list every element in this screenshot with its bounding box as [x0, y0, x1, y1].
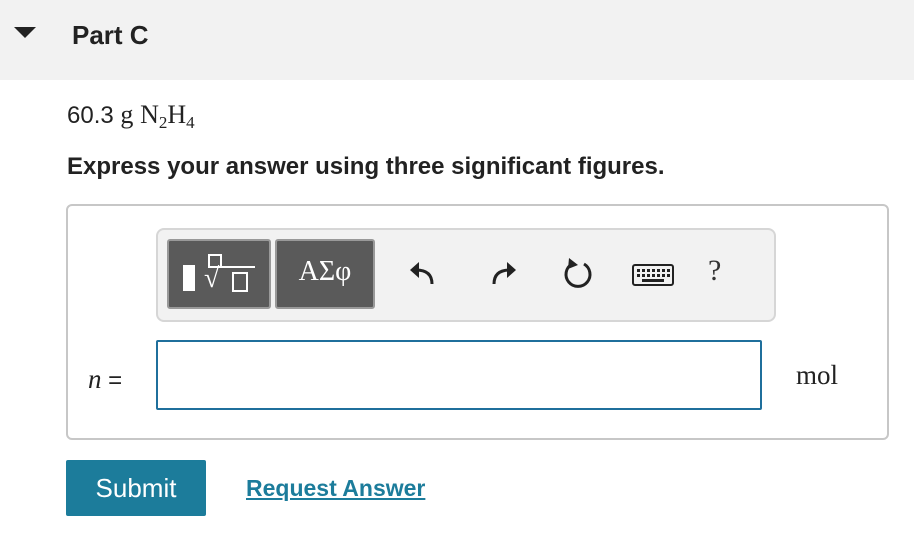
reset-icon[interactable] — [556, 252, 600, 296]
collapse-triangle-icon[interactable] — [14, 27, 36, 38]
mass-unit: g — [120, 100, 134, 129]
math-toolbar: √ ΑΣφ ? — [156, 228, 776, 322]
keyboard-icon[interactable] — [630, 252, 676, 296]
answer-box: √ ΑΣφ ? n = mol — [66, 204, 889, 440]
submit-button[interactable]: Submit — [66, 460, 206, 516]
undo-icon[interactable] — [402, 252, 446, 296]
instruction-text: Express your answer using three signific… — [67, 153, 665, 180]
mass-value: 60.3 — [67, 102, 114, 129]
part-title: Part C — [72, 20, 149, 50]
answer-variable-label: n = — [88, 364, 122, 395]
problem-statement: 60.3 g N2H4 — [67, 100, 195, 133]
templates-icon: √ — [183, 254, 255, 294]
request-answer-link[interactable]: Request Answer — [246, 475, 425, 502]
help-icon[interactable]: ? — [708, 254, 721, 288]
greek-symbols-label: ΑΣφ — [298, 256, 352, 287]
answer-input[interactable] — [156, 340, 762, 410]
redo-icon[interactable] — [480, 252, 524, 296]
part-header[interactable]: Part C — [0, 0, 914, 80]
answer-unit: mol — [796, 360, 839, 390]
greek-symbols-button[interactable]: ΑΣφ — [275, 239, 375, 309]
variable-symbol: n — [88, 364, 102, 394]
templates-button[interactable]: √ — [167, 239, 271, 309]
equals-sign: = — [108, 367, 123, 394]
chemical-formula: N2H4 — [140, 100, 195, 132]
